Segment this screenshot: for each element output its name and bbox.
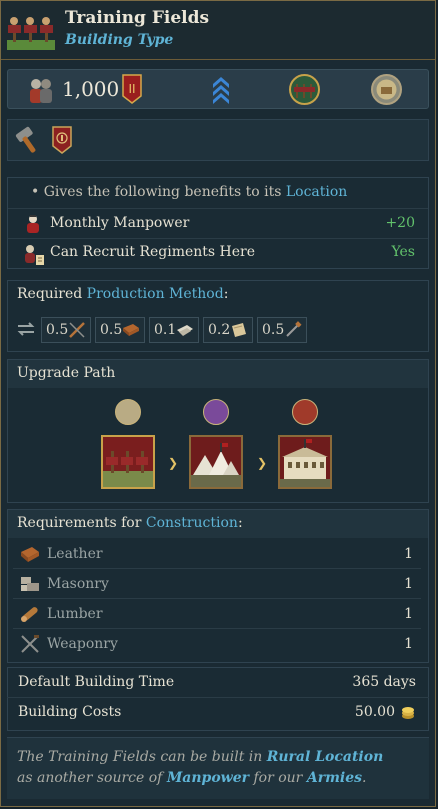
palace-icon — [280, 439, 330, 487]
training-fields-icon — [103, 451, 153, 487]
upgrade-training-fields[interactable] — [101, 435, 155, 489]
leather-icon — [123, 324, 139, 336]
city-location-icon[interactable] — [203, 399, 229, 425]
manpower-icon[interactable] — [26, 75, 56, 105]
paper-icon — [177, 325, 193, 336]
gold-coins-icon — [402, 707, 414, 719]
requirement-row: Leather 1 — [13, 540, 421, 569]
manpower-value: 1,000 — [62, 77, 120, 101]
stats-bar: 1,000 II — [7, 69, 429, 109]
building-type-label: Building Type — [65, 32, 174, 48]
upgrade-barracks[interactable] — [189, 435, 243, 489]
header: Training Fields Building Type — [1, 1, 435, 60]
town-location-icon[interactable] — [292, 399, 318, 425]
building-description: The Training Fields can be built in Rura… — [17, 747, 397, 789]
upgrade-military-academy[interactable] — [278, 435, 332, 489]
production-amount: 0.5 — [46, 322, 69, 338]
description-text: for our — [249, 770, 307, 786]
tents-icon — [191, 443, 241, 487]
building-time-row: Default Building Time 365 days — [7, 668, 429, 698]
building-cost-value: 50.00 — [354, 704, 395, 720]
benefit-row: Monthly Manpower +20 — [8, 208, 428, 239]
requirement-row: Masonry 1 — [13, 570, 421, 599]
cloth-icon — [232, 323, 246, 337]
rural-location-link[interactable]: Rural Location — [267, 749, 384, 765]
benefit-row: Can Recruit Regiments Here Yes — [8, 238, 428, 269]
production-item[interactable]: 0.2 — [203, 317, 253, 343]
building-cost-label: Building Costs — [18, 704, 122, 720]
requirements-title-suffix: : — [237, 515, 243, 531]
production-title-prefix: Required — [17, 286, 87, 302]
recruit-regiments-icon — [22, 243, 46, 267]
hammer-icon[interactable] — [14, 126, 42, 156]
requirements-title-prefix: Requirements for — [17, 515, 146, 531]
production-title-suffix: : — [223, 286, 229, 302]
requirement-value: 1 — [404, 546, 413, 562]
production-item[interactable]: 0.1 — [149, 317, 199, 343]
chevron-right-icon: ❯ — [168, 456, 179, 470]
production-method-link[interactable]: Production Method — [87, 286, 224, 302]
rank-chevrons-icon[interactable] — [211, 74, 231, 106]
production-item[interactable]: 0.5 — [41, 317, 91, 343]
requirement-value: 1 — [404, 576, 413, 592]
construction-link[interactable]: Construction — [146, 515, 238, 531]
requirement-label: Weaponry — [47, 636, 118, 652]
requirements-title: Requirements for Construction: — [17, 515, 243, 531]
production-item[interactable]: 0.5 — [257, 317, 307, 343]
requirement-label: Leather — [47, 546, 103, 562]
production-amount: 0.2 — [208, 322, 231, 338]
requirement-label: Lumber — [47, 606, 103, 622]
weaponry-icon — [21, 635, 39, 653]
benefits-section: • Gives the following benefits to its Lo… — [7, 177, 429, 269]
requirement-row: Lumber 1 — [13, 600, 421, 629]
location-link[interactable]: Location — [286, 184, 347, 200]
leather-icon — [21, 547, 39, 562]
requirement-row: Weaponry 1 — [13, 630, 421, 658]
benefit-label: Monthly Manpower — [50, 215, 190, 231]
production-amount: 0.1 — [154, 322, 177, 338]
benefits-intro: • Gives the following benefits to its Lo… — [31, 184, 347, 200]
lumber-icon — [21, 607, 38, 622]
shield-banner-icon[interactable]: II — [122, 74, 142, 104]
requirement-value: 1 — [404, 606, 413, 622]
benefits-intro-text: • Gives the following benefits to its — [31, 184, 286, 200]
building-time-value: 365 days — [352, 674, 416, 690]
svg-text:II: II — [128, 82, 135, 96]
tools-row — [7, 119, 429, 161]
production-item[interactable]: 0.5 — [95, 317, 145, 343]
production-title: Required Production Method: — [17, 286, 228, 302]
chevron-right-icon: ❯ — [257, 456, 268, 470]
weaponry-icon — [69, 322, 85, 338]
building-time-label: Default Building Time — [18, 674, 175, 690]
benefit-label: Can Recruit Regiments Here — [50, 244, 256, 260]
rural-location-icon[interactable] — [115, 399, 141, 425]
building-cost-row: Building Costs 50.00 — [7, 698, 429, 728]
tools-icon — [286, 321, 302, 337]
page-title: Training Fields — [65, 8, 210, 28]
description-text: as another source of — [17, 770, 167, 786]
building-category-icon[interactable] — [289, 74, 320, 105]
production-amount: 0.5 — [262, 322, 285, 338]
production-amount: 0.5 — [100, 322, 123, 338]
requirement-label: Masonry — [47, 576, 109, 592]
training-fields-icon — [7, 12, 55, 52]
building-tooltip-panel: Training Fields Building Type 1,000 II •… — [0, 0, 436, 807]
description-text: The Training Fields can be built in — [17, 749, 267, 765]
benefit-value: +20 — [385, 215, 415, 231]
production-swap-icon[interactable] — [15, 319, 37, 339]
description-text: . — [362, 770, 367, 786]
masonry-icon — [21, 577, 39, 591]
manpower-link[interactable]: Manpower — [167, 770, 249, 786]
tier-shield-icon[interactable] — [52, 126, 72, 154]
rural-location-icon[interactable] — [371, 74, 402, 105]
requirement-value: 1 — [404, 636, 413, 652]
armies-link[interactable]: Armies — [307, 770, 362, 786]
upgrade-title: Upgrade Path — [17, 365, 116, 381]
manpower-soldier-icon — [22, 213, 44, 235]
benefit-value: Yes — [391, 244, 416, 260]
